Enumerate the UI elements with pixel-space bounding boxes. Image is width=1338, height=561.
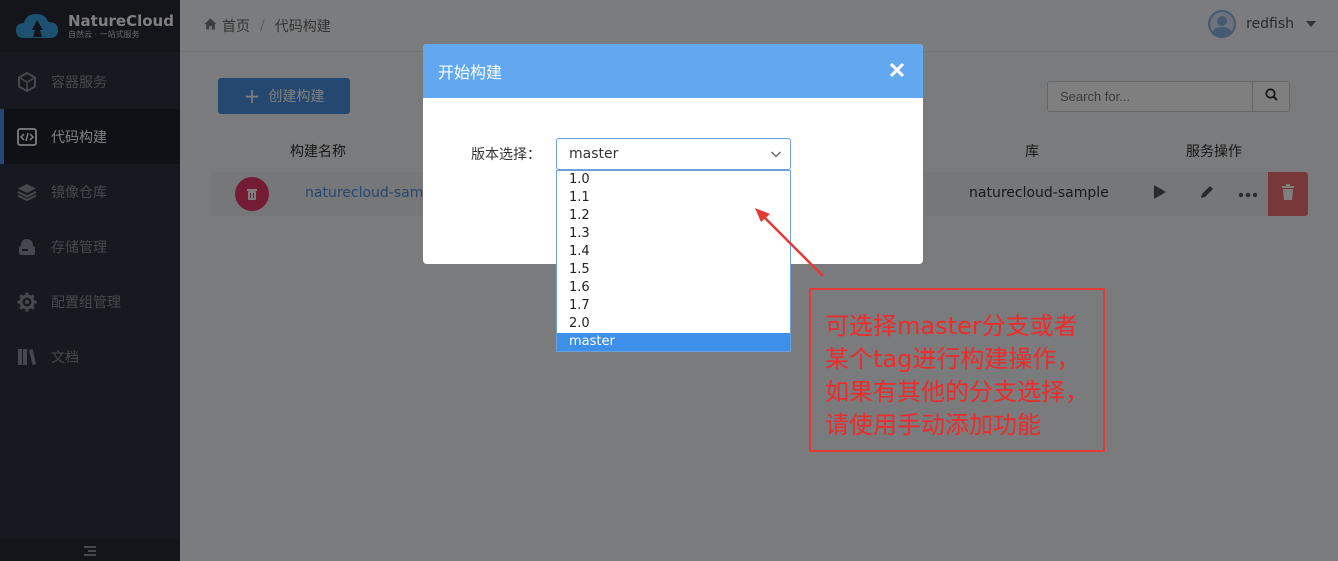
- dialog-title: 开始构建: [438, 63, 503, 82]
- close-icon: [889, 62, 905, 81]
- annotation-callout: 可选择master分支或者 某个tag进行构建操作， 如果有其他的分支选择， 请…: [809, 288, 1105, 452]
- version-select[interactable]: master: [556, 138, 791, 170]
- dialog-header: 开始构建: [423, 44, 923, 98]
- version-label: 版本选择：: [471, 147, 541, 163]
- annotation-line: 请使用手动添加功能: [825, 411, 1041, 439]
- version-option[interactable]: 1.6: [557, 279, 790, 297]
- annotation-line: 某个tag进行构建操作，: [825, 345, 1081, 373]
- close-button[interactable]: [885, 59, 909, 83]
- annotation-line: 可选择master分支或者: [825, 312, 1078, 340]
- version-option[interactable]: 1.0: [557, 171, 790, 189]
- annotation-line: 如果有其他的分支选择，: [825, 378, 1089, 406]
- version-option-selected[interactable]: master: [557, 333, 790, 351]
- annotation-arrow-icon: [755, 208, 824, 277]
- version-option[interactable]: 1.7: [557, 297, 790, 315]
- chevron-down-icon: [770, 148, 782, 164]
- version-option[interactable]: 2.0: [557, 315, 790, 333]
- version-select-value: master: [569, 146, 619, 162]
